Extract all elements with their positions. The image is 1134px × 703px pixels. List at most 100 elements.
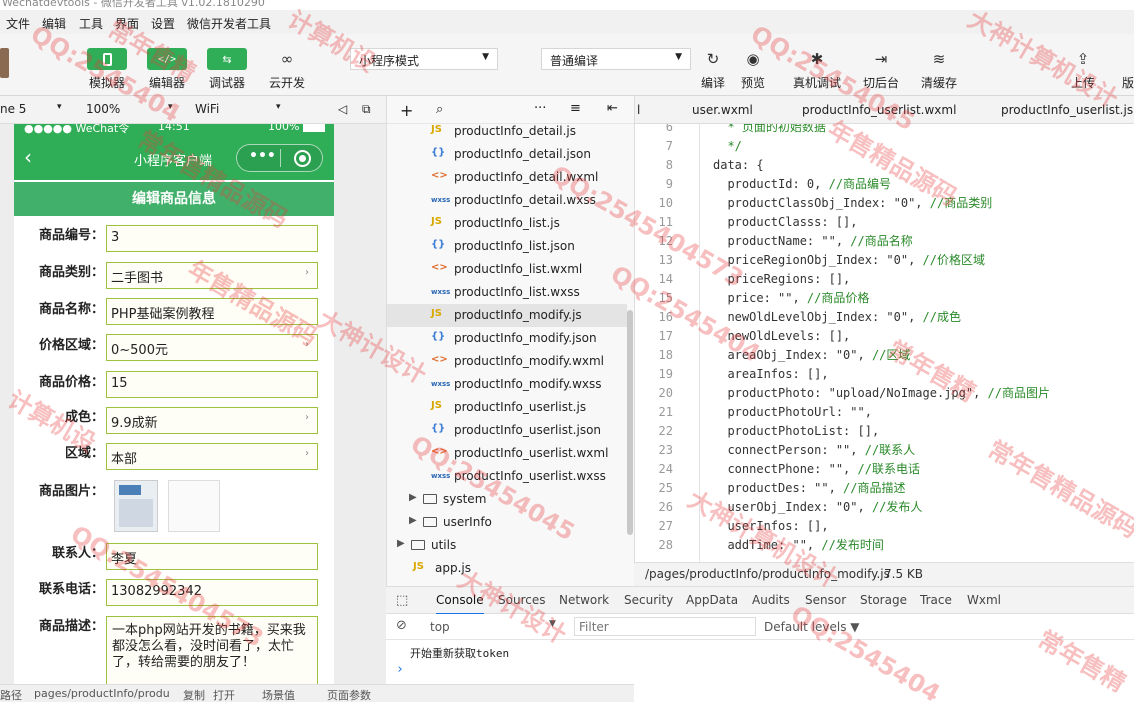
volume-icon[interactable]: ◁ — [338, 102, 347, 116]
device-select[interactable]: ne 5 — [0, 102, 26, 116]
collapse-icon[interactable]: ≡ — [570, 101, 581, 116]
menu-settings[interactable]: 设置 — [151, 15, 175, 32]
file-item[interactable]: <>productInfo_userlist.wxml — [387, 442, 627, 465]
file-item[interactable]: <>productInfo_modify.wxml — [387, 350, 627, 373]
product-name-input[interactable]: PHP基础案例教程 — [106, 298, 318, 325]
file-item[interactable]: JSproductInfo_userlist.js — [387, 396, 627, 419]
open-link[interactable]: 打开 — [213, 687, 235, 703]
upload-icon[interactable]: ⇪ — [1071, 50, 1095, 68]
explorer-scrollbar[interactable] — [627, 310, 633, 535]
contact-person-input[interactable]: 李夏 — [106, 543, 318, 570]
tab-partial[interactable]: l — [637, 103, 640, 117]
tab-audits[interactable]: Audits — [752, 593, 790, 607]
product-id-input[interactable]: 3 — [106, 225, 318, 252]
tab-user-wxml[interactable]: user.wxml — [692, 103, 753, 117]
folder-item[interactable]: ▶utils — [387, 534, 627, 557]
file-item[interactable]: JSproductInfo_modify.js — [387, 304, 627, 327]
inspect-icon[interactable]: ⬚ — [396, 593, 408, 608]
add-icon[interactable]: + — [400, 101, 413, 120]
tab-network[interactable]: Network — [559, 593, 609, 607]
file-item[interactable]: <>productInfo_list.wxml — [387, 258, 627, 281]
file-item[interactable]: {}productInfo_detail.json — [387, 143, 627, 166]
back-icon[interactable]: ‹ — [24, 145, 32, 169]
folder-item[interactable]: ▶system — [387, 488, 627, 511]
product-class-picker[interactable]: 二手图书› — [106, 262, 318, 289]
clear-console-icon[interactable]: ⊘ — [396, 618, 407, 633]
tab-storage[interactable]: Storage — [860, 593, 907, 607]
file-type-icon: JS — [431, 124, 442, 135]
menu-tools[interactable]: 工具 — [79, 15, 103, 32]
tab-sensor[interactable]: Sensor — [805, 593, 846, 607]
file-item[interactable]: JSapp.js — [387, 557, 627, 580]
menu-file[interactable]: 文件 — [6, 15, 30, 32]
tab-sources[interactable]: Sources — [498, 593, 545, 607]
more-icon[interactable]: ··· — [534, 101, 546, 116]
code-area[interactable]: 6 * 页面的初始数据7 */8data: {9 productId: 0, /… — [635, 124, 1134, 562]
simulator-button[interactable] — [87, 48, 127, 70]
file-item[interactable]: {}productInfo_list.json — [387, 235, 627, 258]
page-params-link[interactable]: 页面参数 — [327, 687, 371, 703]
refresh-icon[interactable]: ↻ — [701, 50, 725, 68]
layers-icon[interactable]: ≋ — [927, 50, 951, 68]
menu-view[interactable]: 界面 — [115, 15, 139, 32]
eye-icon[interactable]: ◉ — [741, 50, 765, 68]
file-name: productInfo_list.wxss — [454, 285, 580, 299]
avatar[interactable] — [0, 48, 9, 78]
folder-item[interactable]: ▶userInfo — [387, 511, 627, 534]
price-region-picker[interactable]: 0~500元› — [106, 334, 318, 361]
editor-button[interactable]: </> — [147, 48, 187, 70]
contact-phone-input[interactable]: 13082992342 — [106, 579, 318, 606]
upload-label: 上传 — [1071, 74, 1095, 91]
close-mini-program-icon[interactable] — [294, 150, 311, 167]
file-item[interactable]: JSproductInfo_list.js — [387, 212, 627, 235]
file-item[interactable]: {}productInfo_modify.json — [387, 327, 627, 350]
tab-wxml[interactable]: Wxml — [967, 593, 1001, 607]
tab-security[interactable]: Security — [624, 593, 673, 607]
popout-icon[interactable]: ⧉ — [362, 102, 371, 117]
contact-phone-label: 联系电话： — [18, 578, 104, 597]
tab-userlist-wxml[interactable]: productInfo_userlist.wxml — [802, 103, 956, 117]
more-icon[interactable]: ••• — [249, 148, 276, 164]
product-image-thumbnail[interactable] — [114, 480, 158, 532]
add-image-placeholder[interactable] — [168, 480, 220, 532]
menu-edit[interactable]: 编辑 — [42, 15, 66, 32]
zoom-select[interactable]: 100% — [86, 102, 120, 116]
file-item[interactable]: {}productInfo_userlist.json — [387, 419, 627, 442]
search-icon[interactable]: ⌕ — [436, 102, 443, 117]
version-label[interactable]: 版 — [1122, 74, 1134, 91]
line-number: 6 — [635, 124, 673, 137]
network-select[interactable]: WiFi — [195, 102, 219, 116]
area-picker[interactable]: 本部› — [106, 443, 318, 470]
switch-background-icon[interactable]: ⇥ — [869, 50, 893, 68]
menu-wechat-devtools[interactable]: 微信开发者工具 — [187, 15, 271, 32]
product-class-value: 二手图书 — [111, 271, 163, 286]
mode-select[interactable]: 小程序模式▼ — [350, 48, 498, 70]
context-select[interactable]: top — [430, 620, 450, 634]
file-item[interactable]: wxssproductInfo_list.wxss — [387, 281, 627, 304]
file-item[interactable]: wxssproductInfo_userlist.wxss — [387, 465, 627, 488]
log-levels-select[interactable]: Default levels ▼ — [764, 620, 860, 634]
toggle-sidebar-icon[interactable]: ⇤ — [607, 101, 618, 116]
code-content: connectPerson: "", — [713, 443, 865, 457]
cloud-icon[interactable]: ∞ — [275, 50, 299, 68]
file-item[interactable]: wxssproductInfo_modify.wxss — [387, 373, 627, 396]
condition-picker[interactable]: 9.9成新› — [106, 407, 318, 434]
console-prompt[interactable]: › — [396, 662, 404, 677]
file-item[interactable]: JSproductInfo_detail.js — [387, 120, 627, 143]
copy-link[interactable]: 复制 — [183, 687, 205, 703]
file-item[interactable]: wxssproductInfo_detail.wxss — [387, 189, 627, 212]
tab-userlist-js[interactable]: productInfo_userlist.js — [1001, 103, 1133, 117]
console-filter-input[interactable] — [574, 617, 756, 636]
price-input[interactable]: 15 — [106, 371, 318, 398]
file-type-icon: {} — [431, 331, 445, 342]
file-item[interactable]: <>productInfo_detail.wxml — [387, 166, 627, 189]
tab-console[interactable]: Console — [436, 593, 484, 607]
product-desc-textarea[interactable]: 一本php网站开发的书籍，买来我都没怎么看，没时间看了，太忙了，转给需要的朋友了… — [106, 616, 318, 684]
bug-icon[interactable]: ✱ — [805, 50, 829, 68]
compile-select[interactable]: 普通编译▼ — [541, 48, 691, 70]
scene-value-link[interactable]: 场景值 — [262, 687, 295, 703]
debugger-button[interactable]: ⇆ — [207, 48, 247, 70]
tab-trace[interactable]: Trace — [920, 593, 952, 607]
tab-appdata[interactable]: AppData — [686, 593, 738, 607]
code-line: 13 priceRegionObj_Index: "0", //价格区域 — [635, 251, 1134, 270]
